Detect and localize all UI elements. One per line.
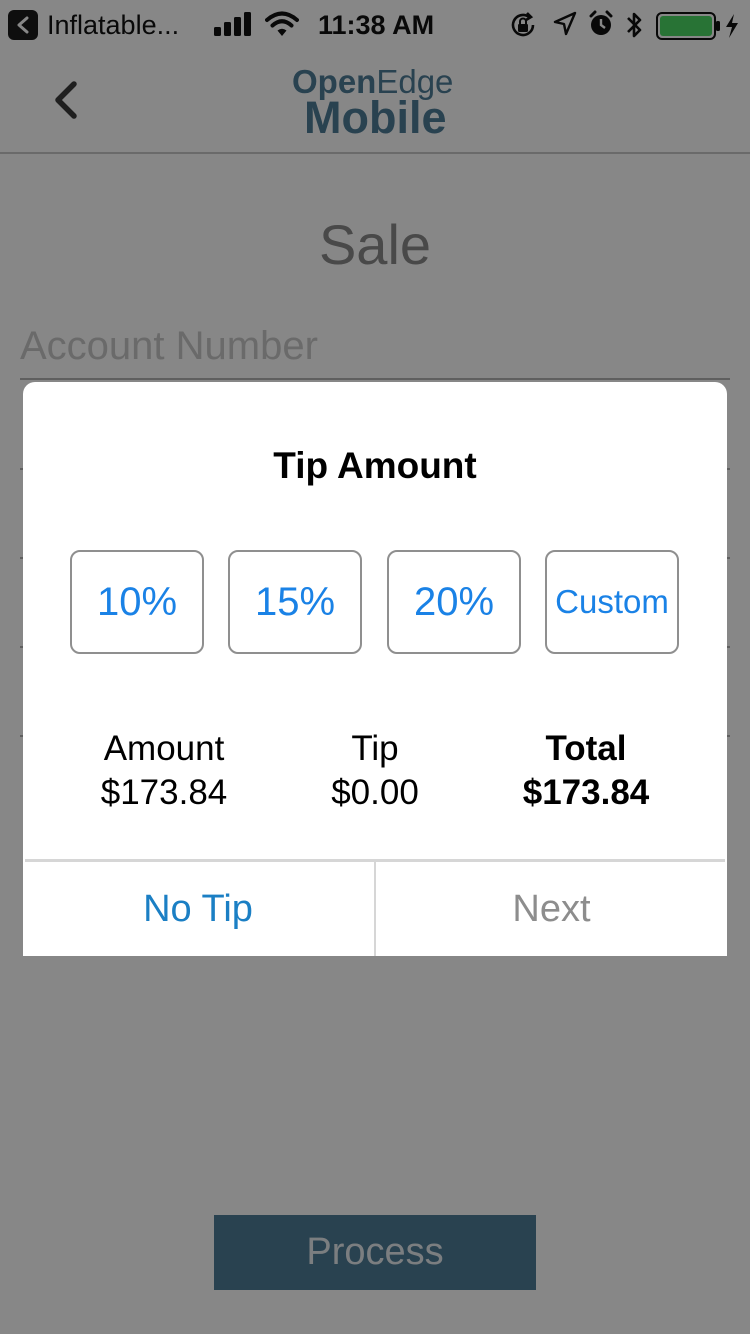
tip-option-15-button[interactable]: 15% bbox=[228, 550, 362, 654]
total-label: Total bbox=[545, 729, 627, 768]
amount-summary: Amount $173.84 bbox=[54, 727, 274, 815]
next-button[interactable]: Next bbox=[376, 862, 727, 956]
tip-summary: Tip $0.00 bbox=[265, 727, 485, 815]
tip-amount-dialog: Tip Amount 10% 15% 20% Custom Amount $17… bbox=[23, 382, 727, 956]
tip-value: $0.00 bbox=[331, 773, 419, 812]
tip-label: Tip bbox=[351, 729, 399, 768]
tip-option-20-button[interactable]: 20% bbox=[387, 550, 521, 654]
total-summary: Total $173.84 bbox=[476, 727, 696, 815]
total-value: $173.84 bbox=[522, 773, 650, 812]
no-tip-button[interactable]: No Tip bbox=[23, 862, 373, 956]
amount-label: Amount bbox=[103, 729, 225, 768]
dialog-title: Tip Amount bbox=[273, 445, 477, 486]
amount-value: $173.84 bbox=[100, 773, 228, 812]
tip-option-custom-button[interactable]: Custom bbox=[545, 550, 679, 654]
tip-option-10-button[interactable]: 10% bbox=[70, 550, 204, 654]
